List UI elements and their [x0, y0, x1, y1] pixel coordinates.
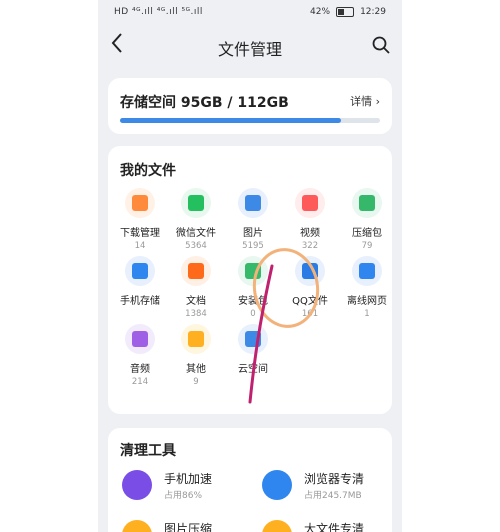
file-category-label: 文档: [186, 296, 206, 307]
folder-icon: [181, 324, 211, 354]
clean-tool-label: 浏览器专清: [304, 472, 365, 486]
storage-progress-fill: [120, 118, 341, 123]
file-category-document[interactable]: 文档 1384: [166, 256, 226, 319]
clean-tool-label: 图片压缩: [164, 522, 213, 532]
storage-progress-bar: [120, 118, 380, 123]
file-category-label: 图片: [243, 228, 263, 239]
clean-tools-card: 清理工具 手机加速占用86% 浏览器专清占用245.7MB 图片压缩 大文件专清: [108, 428, 392, 532]
app-header: 文件管理: [98, 28, 402, 64]
status-bar: HD ⁴ᴳ.ıll ⁴ᴳ.ıll ⁵ᴳ.ıll 42% 12:29: [98, 0, 402, 26]
file-category-count: 214: [131, 377, 149, 387]
webpage-icon: [352, 256, 382, 286]
phone-icon: [125, 256, 155, 286]
file-category-label: 下载管理: [120, 228, 160, 239]
download-icon: [125, 188, 155, 218]
clean-tool-label: 手机加速: [164, 472, 213, 486]
download-icon-glyph: [132, 195, 148, 211]
storage-label: 存储空间 95GB / 112GB: [120, 95, 289, 111]
wechat-icon-glyph: [188, 195, 204, 211]
folder-icon-glyph: [188, 331, 204, 347]
file-category-label: 手机存储: [120, 296, 160, 307]
file-category-folder[interactable]: 其他 9: [166, 324, 226, 387]
image-compress-icon: [122, 520, 152, 532]
page-title: 文件管理: [217, 40, 282, 59]
clean-tool-rocket[interactable]: 手机加速占用86%: [122, 468, 262, 508]
my-files-title: 我的文件: [120, 163, 176, 179]
music-icon: [125, 324, 155, 354]
file-category-label: 压缩包: [352, 228, 382, 239]
archive-icon-glyph: [359, 195, 375, 211]
file-category-count: 79: [361, 241, 373, 251]
file-category-count: 1384: [185, 309, 207, 319]
pen-stroke-annotation: [248, 264, 274, 404]
file-category-label: 视频: [300, 228, 320, 239]
file-category-label: 微信文件: [176, 228, 216, 239]
archive-icon: [352, 188, 382, 218]
file-category-archive[interactable]: 压缩包 79: [337, 188, 397, 251]
clock: 12:29: [360, 7, 386, 17]
video-icon: [295, 188, 325, 218]
clean-tools-title: 清理工具: [120, 443, 176, 459]
file-category-label: 音频: [130, 364, 150, 375]
file-category-count: 14: [134, 241, 146, 251]
file-category-count: 9: [193, 377, 199, 387]
file-category-wechat[interactable]: 微信文件 5364: [166, 188, 226, 251]
clean-tool-image-compress[interactable]: 图片压缩: [122, 518, 262, 532]
storage-details-link[interactable]: 详情 ›: [350, 93, 380, 109]
video-icon-glyph: [302, 195, 318, 211]
file-category-image[interactable]: 图片 5195: [223, 188, 283, 251]
phone-icon-glyph: [132, 263, 148, 279]
status-right: 42% 12:29: [310, 7, 386, 17]
clean-tool-browser[interactable]: 浏览器专清占用245.7MB: [262, 468, 402, 508]
music-icon-glyph: [132, 331, 148, 347]
signal-indicators: HD ⁴ᴳ.ıll ⁴ᴳ.ıll ⁵ᴳ.ıll: [114, 7, 203, 17]
battery-percent: 42%: [310, 7, 331, 17]
clean-tool-label: 大文件专清: [304, 522, 365, 532]
battery-icon: [336, 7, 355, 17]
file-category-count: 1: [364, 309, 370, 319]
clean-tool-usage: 占用86%: [164, 491, 203, 501]
file-category-music[interactable]: 音频 214: [110, 324, 170, 387]
storage-card[interactable]: 存储空间 95GB / 112GB 详情 ›: [108, 78, 392, 134]
file-category-video[interactable]: 视频 322: [280, 188, 340, 251]
file-category-label: 其他: [186, 364, 206, 375]
browser-icon: [262, 470, 292, 500]
file-category-count: 5364: [185, 241, 207, 251]
clean-tool-usage: 占用245.7MB: [304, 491, 362, 501]
wechat-icon: [181, 188, 211, 218]
phone-screen: HD ⁴ᴳ.ıll ⁴ᴳ.ıll ⁵ᴳ.ıll 42% 12:29 文件管理 存…: [98, 0, 402, 532]
rocket-icon: [122, 470, 152, 500]
document-icon: [181, 256, 211, 286]
image-icon-glyph: [245, 195, 261, 211]
document-icon-glyph: [188, 263, 204, 279]
search-icon[interactable]: [372, 36, 390, 54]
clean-tool-big-file[interactable]: 大文件专清: [262, 518, 402, 532]
file-category-download[interactable]: 下载管理 14: [110, 188, 170, 251]
big-file-icon: [262, 520, 292, 532]
file-category-webpage[interactable]: 离线网页 1: [337, 256, 397, 319]
file-category-phone[interactable]: 手机存储: [110, 256, 170, 309]
webpage-icon-glyph: [359, 263, 375, 279]
file-category-label: 离线网页: [347, 296, 387, 307]
image-icon: [238, 188, 268, 218]
